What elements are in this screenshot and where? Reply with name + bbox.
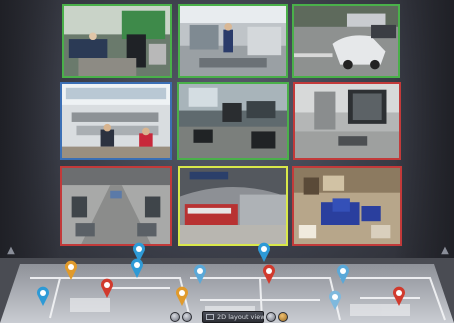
camera-tile-train-platform[interactable]	[178, 166, 288, 246]
camera-pin-10[interactable]	[175, 286, 189, 306]
view-mode-1-icon[interactable]	[170, 312, 180, 322]
surveillance-3d-view: ▲ ▲ 2D layout view	[0, 0, 454, 323]
camera-tile-parking-lot[interactable]	[292, 4, 400, 78]
scroll-up-right-icon[interactable]: ▲	[440, 244, 450, 258]
person-icon[interactable]	[266, 312, 276, 322]
camera-pin-11[interactable]	[392, 286, 406, 306]
scroll-up-left-icon[interactable]: ▲	[6, 244, 16, 258]
camera-tile-office-room[interactable]	[62, 4, 172, 78]
camera-pin-4[interactable]	[64, 260, 78, 280]
camera-pin-6[interactable]	[262, 264, 276, 284]
camera-tile-open-office[interactable]	[60, 82, 172, 160]
camera-pin-8[interactable]	[100, 278, 114, 298]
left-vignette	[0, 0, 60, 260]
camera-pin-9[interactable]	[36, 286, 50, 306]
lock-icon[interactable]	[278, 312, 288, 322]
camera-pin-3[interactable]	[130, 258, 144, 278]
camera-pin-7[interactable]	[336, 264, 350, 284]
view-mode-2-icon[interactable]	[182, 312, 192, 322]
camera-tile-lobby-seating[interactable]	[177, 82, 289, 160]
camera-pin-2[interactable]	[257, 242, 271, 262]
right-vignette	[394, 0, 454, 260]
camera-tile-lab-hallway[interactable]	[178, 4, 288, 78]
layout-grid-icon	[206, 314, 214, 320]
camera-tile-warehouse[interactable]	[292, 166, 402, 246]
camera-tile-office-door[interactable]	[293, 82, 401, 160]
layout-button-label: 2D layout view	[217, 313, 266, 321]
camera-tile-parking-garage[interactable]	[60, 166, 172, 246]
bottom-toolbar: 2D layout view	[168, 311, 290, 323]
2d-layout-view-button[interactable]: 2D layout view	[202, 311, 266, 323]
camera-pin-5[interactable]	[193, 264, 207, 284]
camera-pin-12[interactable]	[328, 290, 342, 310]
